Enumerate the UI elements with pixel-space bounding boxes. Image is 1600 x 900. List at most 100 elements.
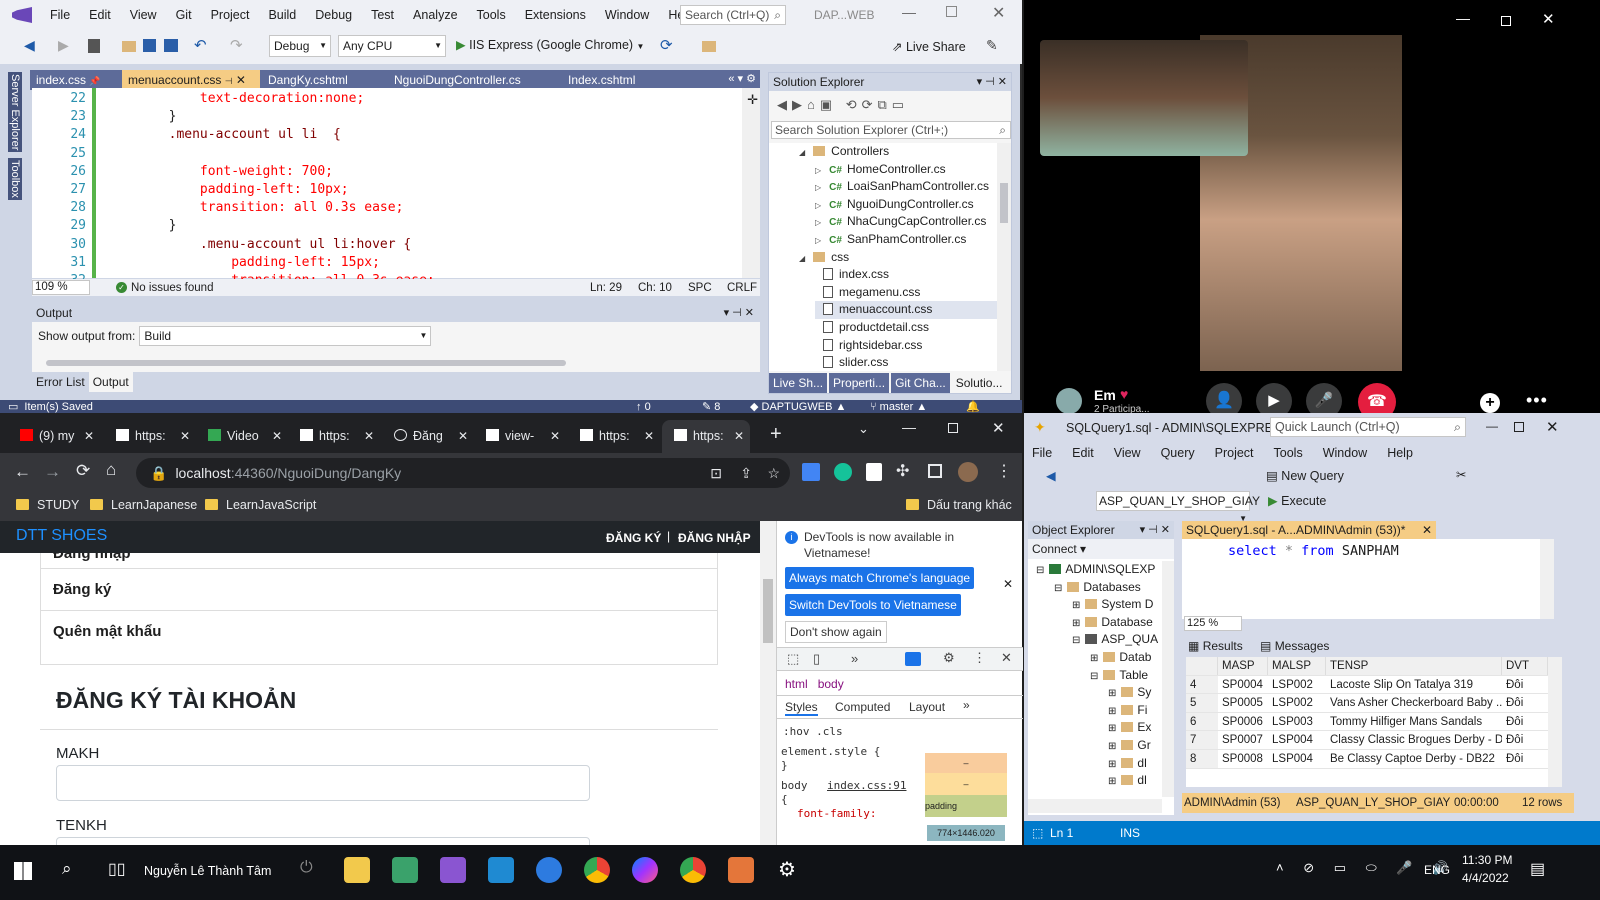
menu-item-window[interactable]: Window	[605, 8, 649, 22]
grid-cell[interactable]: Tommy Hilfiger Mans Sandals	[1326, 713, 1502, 731]
rule-source-link[interactable]: index.css:91	[827, 779, 906, 793]
power-icon[interactable]: ⏻	[300, 859, 313, 877]
object-tree-item[interactable]: ⊞ Ex	[1108, 719, 1151, 737]
repo-selector[interactable]: ◆ DAPTUGWEB ▲	[750, 400, 846, 413]
minimize-button[interactable]: —	[1456, 10, 1470, 26]
close-icon[interactable]: ✕	[236, 73, 246, 87]
close-icon[interactable]: ✕	[180, 420, 190, 453]
maximize-button[interactable]	[1501, 16, 1511, 26]
query-scrollbar[interactable]	[1540, 539, 1554, 619]
solution-bottom-tab[interactable]: Solutio...	[951, 373, 1007, 393]
menu-item-register[interactable]: Đăng ký	[41, 569, 717, 611]
visual-studio-icon[interactable]	[440, 857, 466, 883]
ssms-menu-item-view[interactable]: View	[1114, 446, 1141, 460]
tab-error-list[interactable]: Error List	[32, 372, 89, 392]
close-icon[interactable]: ✕	[458, 420, 468, 453]
menu-item-tools[interactable]: Tools	[477, 8, 506, 22]
grid-column-header[interactable]: MALSP	[1268, 657, 1326, 675]
grid-cell[interactable]: Đôi	[1502, 750, 1548, 768]
solution-item-homecontroller-cs[interactable]: ▷ C# HomeController.cs	[815, 161, 946, 179]
menu-item-build[interactable]: Build	[268, 8, 296, 22]
expand-toggle-icon[interactable]: ⊟	[1072, 635, 1080, 646]
back-icon[interactable]: ←	[14, 462, 31, 482]
connect-button[interactable]: Connect ▾	[1028, 539, 1174, 559]
menu-item-forgot-password[interactable]: Quên mật khẩu	[41, 611, 717, 653]
new-item-icon[interactable]	[88, 39, 100, 53]
rule-selector[interactable]: body	[781, 779, 808, 792]
grid-cell[interactable]: Đôi	[1502, 713, 1548, 731]
refresh-icon[interactable]: ⟳	[660, 36, 673, 54]
grid-row[interactable]: 5 SP0005 LSP002 Vans Asher Checkerboard Bab…	[1186, 694, 1548, 713]
expand-toggle-icon[interactable]: ⊞	[1108, 759, 1116, 770]
minimize-button[interactable]: —	[902, 419, 916, 435]
solution-bottom-tab[interactable]: Live Sh...	[769, 373, 828, 393]
expand-toggle-icon[interactable]: ⊟	[1036, 565, 1044, 576]
app-green-icon[interactable]	[392, 857, 418, 883]
tab-results[interactable]: ▦ Results	[1188, 639, 1243, 653]
grid-cell[interactable]: Be Classy Captoe Derby - DB22	[1326, 750, 1502, 768]
collapsed-chevron-icon[interactable]: ▷	[815, 236, 821, 245]
taskbar-user-name[interactable]: Nguyễn Lê Thành Tâm	[144, 864, 271, 878]
browser-tab[interactable]: https: ✕	[104, 420, 196, 453]
ssms-menu-item-tools[interactable]: Tools	[1274, 446, 1303, 460]
kebab-icon[interactable]: ⋮	[973, 650, 986, 666]
menu-item-debug[interactable]: Debug	[315, 8, 352, 22]
ssms-menu-item-query[interactable]: Query	[1161, 446, 1195, 460]
ssms-menu-item-file[interactable]: File	[1032, 446, 1052, 460]
code-editor[interactable]: 22 text-decoration:none; 23 } 24 .menu-acc…	[32, 88, 760, 280]
object-tree-item[interactable]: ⊞ Gr	[1108, 737, 1151, 755]
grammarly-icon[interactable]	[834, 463, 852, 481]
panel-controls-icon[interactable]: ▾ ⊣ ✕	[724, 304, 754, 322]
object-tree-item[interactable]: ⊞ Datab	[1090, 649, 1151, 667]
add-effect-button[interactable]: +	[1480, 393, 1500, 413]
browser-tab[interactable]: https: ✕	[568, 420, 660, 453]
ssms-menu-item-edit[interactable]: Edit	[1072, 446, 1094, 460]
extensions-puzzle-icon[interactable]: ✣	[896, 461, 909, 481]
config-dropdown[interactable]: Debug ▼	[269, 35, 331, 57]
close-icon[interactable]: ✕	[550, 420, 560, 453]
chrome-profile-icon[interactable]	[680, 857, 706, 883]
branch-selector[interactable]: ⑂ master ▲	[870, 401, 927, 413]
grid-scrollbar[interactable]	[1548, 657, 1562, 787]
grid-column-header[interactable]: DVT	[1502, 657, 1548, 675]
extension-b-icon[interactable]	[866, 463, 882, 481]
grid-cell[interactable]: 8	[1186, 749, 1218, 768]
tab-index-cshtml[interactable]: Index.cshtml	[562, 70, 641, 90]
browser-tab[interactable]: (9) my ✕	[8, 420, 100, 453]
menu-item-project[interactable]: Project	[211, 8, 250, 22]
grid-cell[interactable]: Đôi	[1502, 676, 1548, 694]
element-style-rule[interactable]: element.style {	[781, 745, 880, 759]
object-tree-item[interactable]: ⊞ Fi	[1108, 702, 1147, 720]
grid-cell[interactable]: LSP002	[1268, 676, 1326, 694]
forward-icon[interactable]: →	[44, 462, 61, 482]
object-tree-item[interactable]: ⊟ Databases	[1054, 579, 1141, 597]
object-tree-item[interactable]: ⊟ Table	[1090, 667, 1148, 685]
dont-show-again-button[interactable]: Don't show again	[785, 621, 887, 643]
zoom-dropdown[interactable]: 109 %	[32, 280, 90, 295]
new-tab-button[interactable]: +	[770, 423, 782, 446]
browser-tab[interactable]: https: ✕	[288, 420, 380, 453]
run-button[interactable]: ▶ IIS Express (Google Chrome) ▼	[456, 37, 644, 52]
settings-gear-icon[interactable]: ⚙	[778, 857, 796, 882]
office-icon[interactable]	[728, 857, 754, 883]
extension-translate-icon[interactable]	[802, 463, 820, 481]
browser-tab[interactable]: Đăng ✕	[382, 420, 474, 453]
maximize-button[interactable]	[946, 6, 957, 17]
tab-computed[interactable]: Computed	[835, 700, 890, 714]
grid-cell[interactable]: Lacoste Slip On Tatalya 319	[1326, 676, 1502, 694]
object-tree-item[interactable]: ⊟ ADMIN\SQLEXP	[1036, 561, 1155, 579]
more-tabs-icon[interactable]: »	[851, 651, 858, 666]
platform-dropdown[interactable]: Any CPU ▼	[338, 35, 446, 57]
vs-search-box[interactable]: Search (Ctrl+Q) ⌕	[680, 5, 786, 25]
close-icon[interactable]: ✕	[1001, 650, 1012, 666]
expand-toggle-icon[interactable]: ⊞	[1108, 776, 1116, 787]
menu-item-view[interactable]: View	[130, 8, 157, 22]
more-options-icon[interactable]: •••	[1526, 390, 1548, 411]
switch-vietnamese-button[interactable]: Switch DevTools to Vietnamese	[785, 594, 961, 616]
crumb-body[interactable]: body	[818, 677, 844, 691]
notification-icon[interactable]: 🔔	[966, 400, 980, 413]
clock-date[interactable]: 4/4/2022	[1462, 871, 1509, 885]
grid-cell[interactable]: LSP004	[1268, 731, 1326, 749]
close-icon[interactable]: ✕	[272, 420, 282, 453]
close-button[interactable]: ✕	[1542, 10, 1555, 28]
